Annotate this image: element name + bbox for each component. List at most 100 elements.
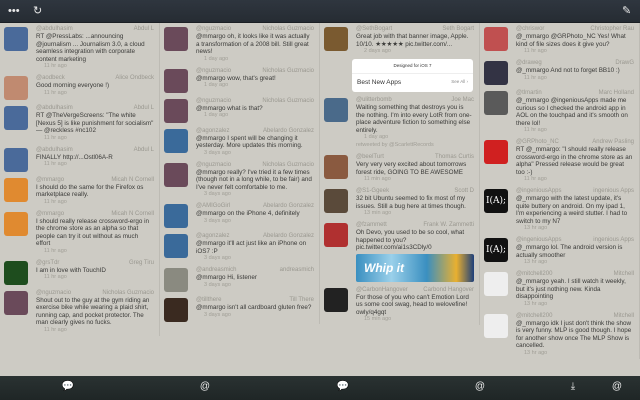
tweet-handle[interactable]: @nguzmacio (196, 26, 231, 33)
tweet-handle[interactable]: @ingeniousApps (516, 237, 561, 244)
avatar[interactable] (324, 98, 348, 122)
tweet-handle[interactable]: @GRPhoto_NC (516, 139, 559, 146)
tweet-handle[interactable]: @aodbeck (36, 75, 65, 82)
tweet-handle[interactable]: @nguzmacio (196, 162, 231, 169)
tweet[interactable]: @nguzmacio Nicholas Guzmacio @mmargo real… (160, 159, 319, 201)
avatar[interactable] (484, 272, 508, 296)
tweet[interactable]: @nguzmacio Nicholas Guzmacio @mmargo oh, … (160, 23, 319, 65)
avatar[interactable] (484, 140, 508, 164)
avatar[interactable] (484, 91, 508, 115)
avatar[interactable] (484, 313, 508, 338)
tweet[interactable]: @andreasmich andreasmich @mmargo Hi, list… (160, 264, 319, 294)
tweet[interactable]: @abdulhasim Abdul L FINALLY http://...Ost… (0, 144, 159, 174)
avatar[interactable]: I(A); (484, 189, 508, 213)
tweet[interactable]: @nguzmacio Nicholas Guzmacio @mmargo what… (160, 95, 319, 125)
inbox-icon[interactable]: ⤓ (566, 381, 580, 392)
tweet-handle[interactable]: @CarbonHangover (356, 287, 408, 294)
tweet-handle[interactable]: @nguzmacio (36, 290, 71, 297)
tweet[interactable]: @mitchell200 Mitchell @_mmargo yeah. I st… (480, 268, 639, 310)
avatar[interactable] (4, 260, 28, 285)
tweet-handle[interactable]: @SethBogart (356, 26, 392, 33)
tweet[interactable]: @S1-Ggeek Scott D 32 bit Ubuntu seemed to… (320, 185, 479, 219)
tweet[interactable]: @mmargo Micah N Cornell I should really r… (0, 208, 159, 257)
tweet[interactable]: @agonzalez Abelardo Gonzalez @mmargo I sp… (160, 125, 319, 159)
avatar[interactable] (164, 68, 188, 93)
avatar[interactable] (4, 290, 28, 315)
tweet[interactable]: @mmargo Micah N Cornell I should do the s… (0, 174, 159, 208)
avatar[interactable] (4, 106, 28, 130)
tweet-handle[interactable]: @mitchell200 (516, 271, 552, 278)
tweet[interactable]: @tillthere Till There @mmargo isn't all c… (160, 294, 319, 324)
tweet[interactable]: @abdulhasim Abdul L RT @PressLabs: ...ann… (0, 23, 159, 72)
see-all-link[interactable]: See All › (451, 79, 468, 86)
tweet[interactable]: @ulitterbomb Joe Mac Waiting something th… (320, 94, 479, 151)
tweet[interactable]: I(A); @ingeniousApps ingenious Apps @_mma… (480, 185, 639, 234)
avatar[interactable] (164, 204, 188, 228)
avatar[interactable] (484, 61, 508, 85)
tweet-handle[interactable]: @tlmartin (516, 90, 542, 97)
mentions-icon[interactable]: @ (473, 381, 487, 392)
tweet[interactable]: @SethBogart Seth Bogart Great job with th… (320, 23, 479, 57)
timeline-column[interactable]: @nguzmacio Nicholas Guzmacio @mmargo oh, … (160, 23, 320, 324)
tweet-handle[interactable]: @AMIGoGirl (196, 203, 230, 210)
avatar[interactable] (164, 298, 188, 322)
avatar[interactable] (4, 76, 28, 100)
avatar[interactable] (164, 234, 188, 258)
tweet[interactable]: @draweg DrawG @_mmargo And not to forget … (480, 57, 639, 87)
tweet[interactable]: @GRPhoto_NC Andrew Pasling RT @_mmargo: "… (480, 136, 639, 185)
avatar[interactable] (484, 27, 508, 51)
menu-icon[interactable]: ••• (8, 5, 20, 17)
avatar[interactable] (4, 177, 28, 202)
timeline-column[interactable]: @chriswor Christopher Rau @_mmargo @GRPho… (480, 23, 640, 359)
avatar[interactable] (324, 189, 348, 213)
tweet-handle[interactable]: @nguzmacio (196, 68, 231, 75)
tweet[interactable]: @chriswor Christopher Rau @_mmargo @GRPho… (480, 23, 639, 57)
tweet[interactable]: @aodbeck Alice Ondbeck Good morning every… (0, 72, 159, 102)
tweet-handle[interactable]: @andreasmich (196, 267, 236, 274)
avatar[interactable] (164, 128, 188, 153)
tweet[interactable]: @fzammett Frank W. Zammetti Oh Devo, you … (320, 219, 479, 284)
avatar[interactable] (164, 27, 188, 51)
refresh-icon[interactable]: ↻ (33, 5, 42, 17)
tweet-handle[interactable]: @abdulhasim (36, 147, 73, 154)
tweet-handle[interactable]: @grsTdr (36, 260, 59, 267)
tweet[interactable]: @AMIGoGirl Abelardo Gonzalez @mmargo on t… (160, 200, 319, 230)
compose-icon[interactable]: ✎ (622, 5, 631, 17)
tweet[interactable]: @nguzmacio Nicholas Guzmacio Shout out to… (0, 287, 159, 336)
avatar[interactable] (324, 27, 348, 51)
tweet[interactable]: @CarbonHangover Carbond Hangover For thos… (320, 284, 479, 326)
avatar[interactable] (4, 147, 28, 172)
tweet[interactable]: @abdulhasim Abdul L RT @TheVergeScreens: … (0, 102, 159, 144)
app-store-card[interactable]: Designed for iOS 7 Best New Apps See All › (352, 59, 473, 92)
tweet-image[interactable]: Whip it (356, 253, 474, 282)
tweet-handle[interactable]: @S1-Ggeek (356, 188, 389, 195)
tweet-handle[interactable]: @ingeniousApps (516, 188, 561, 195)
tweet[interactable]: I(A); @ingeniousApps ingenious Apps @_mma… (480, 234, 639, 268)
tweet-handle[interactable]: @mmargo (36, 177, 64, 184)
retweeted-by[interactable]: retweeted by @ScarlettRecords (356, 142, 474, 149)
mentions-icon[interactable]: @ (610, 381, 624, 392)
tweet-handle[interactable]: @chriswor (516, 26, 544, 33)
avatar[interactable] (324, 223, 348, 247)
tweet[interactable]: @tlmartin Marc Holland @_mmargo @ingeniou… (480, 87, 639, 136)
tweet-handle[interactable]: @mmargo (36, 211, 64, 218)
tweet-handle[interactable]: @mitchell200 (516, 313, 552, 320)
tweet[interactable]: @agonzalez Abelardo Gonzalez @mmargo it'l… (160, 230, 319, 264)
timeline-column[interactable]: @abdulhasim Abdul L RT @PressLabs: ...ann… (0, 23, 160, 336)
avatar[interactable] (4, 211, 28, 236)
tweet-handle[interactable]: @abdulhasim (36, 105, 73, 112)
tweet-handle[interactable]: @agonzalez (196, 233, 229, 240)
timeline-column[interactable]: @SethBogart Seth Bogart Great job with th… (320, 23, 480, 325)
tweet[interactable]: @mitchell200 Mitchell @_mmargo idk I just… (480, 310, 639, 359)
avatar[interactable] (164, 268, 188, 292)
tweet[interactable]: @beelTurt Thomas Curtis Very very very ex… (320, 151, 479, 185)
mentions-icon[interactable]: @ (198, 381, 212, 392)
avatar[interactable] (164, 98, 188, 123)
tweet-handle[interactable]: @ulitterbomb (356, 97, 392, 104)
timeline-icon[interactable]: 💬 (336, 381, 350, 392)
tweet-handle[interactable]: @tillthere (196, 297, 221, 304)
avatar[interactable] (324, 287, 348, 312)
tweet-handle[interactable]: @draweg (516, 60, 542, 67)
timeline-icon[interactable]: 💬 (61, 381, 75, 392)
tweet[interactable]: @grsTdr Greg Tiru I am in love with Touch… (0, 257, 159, 287)
